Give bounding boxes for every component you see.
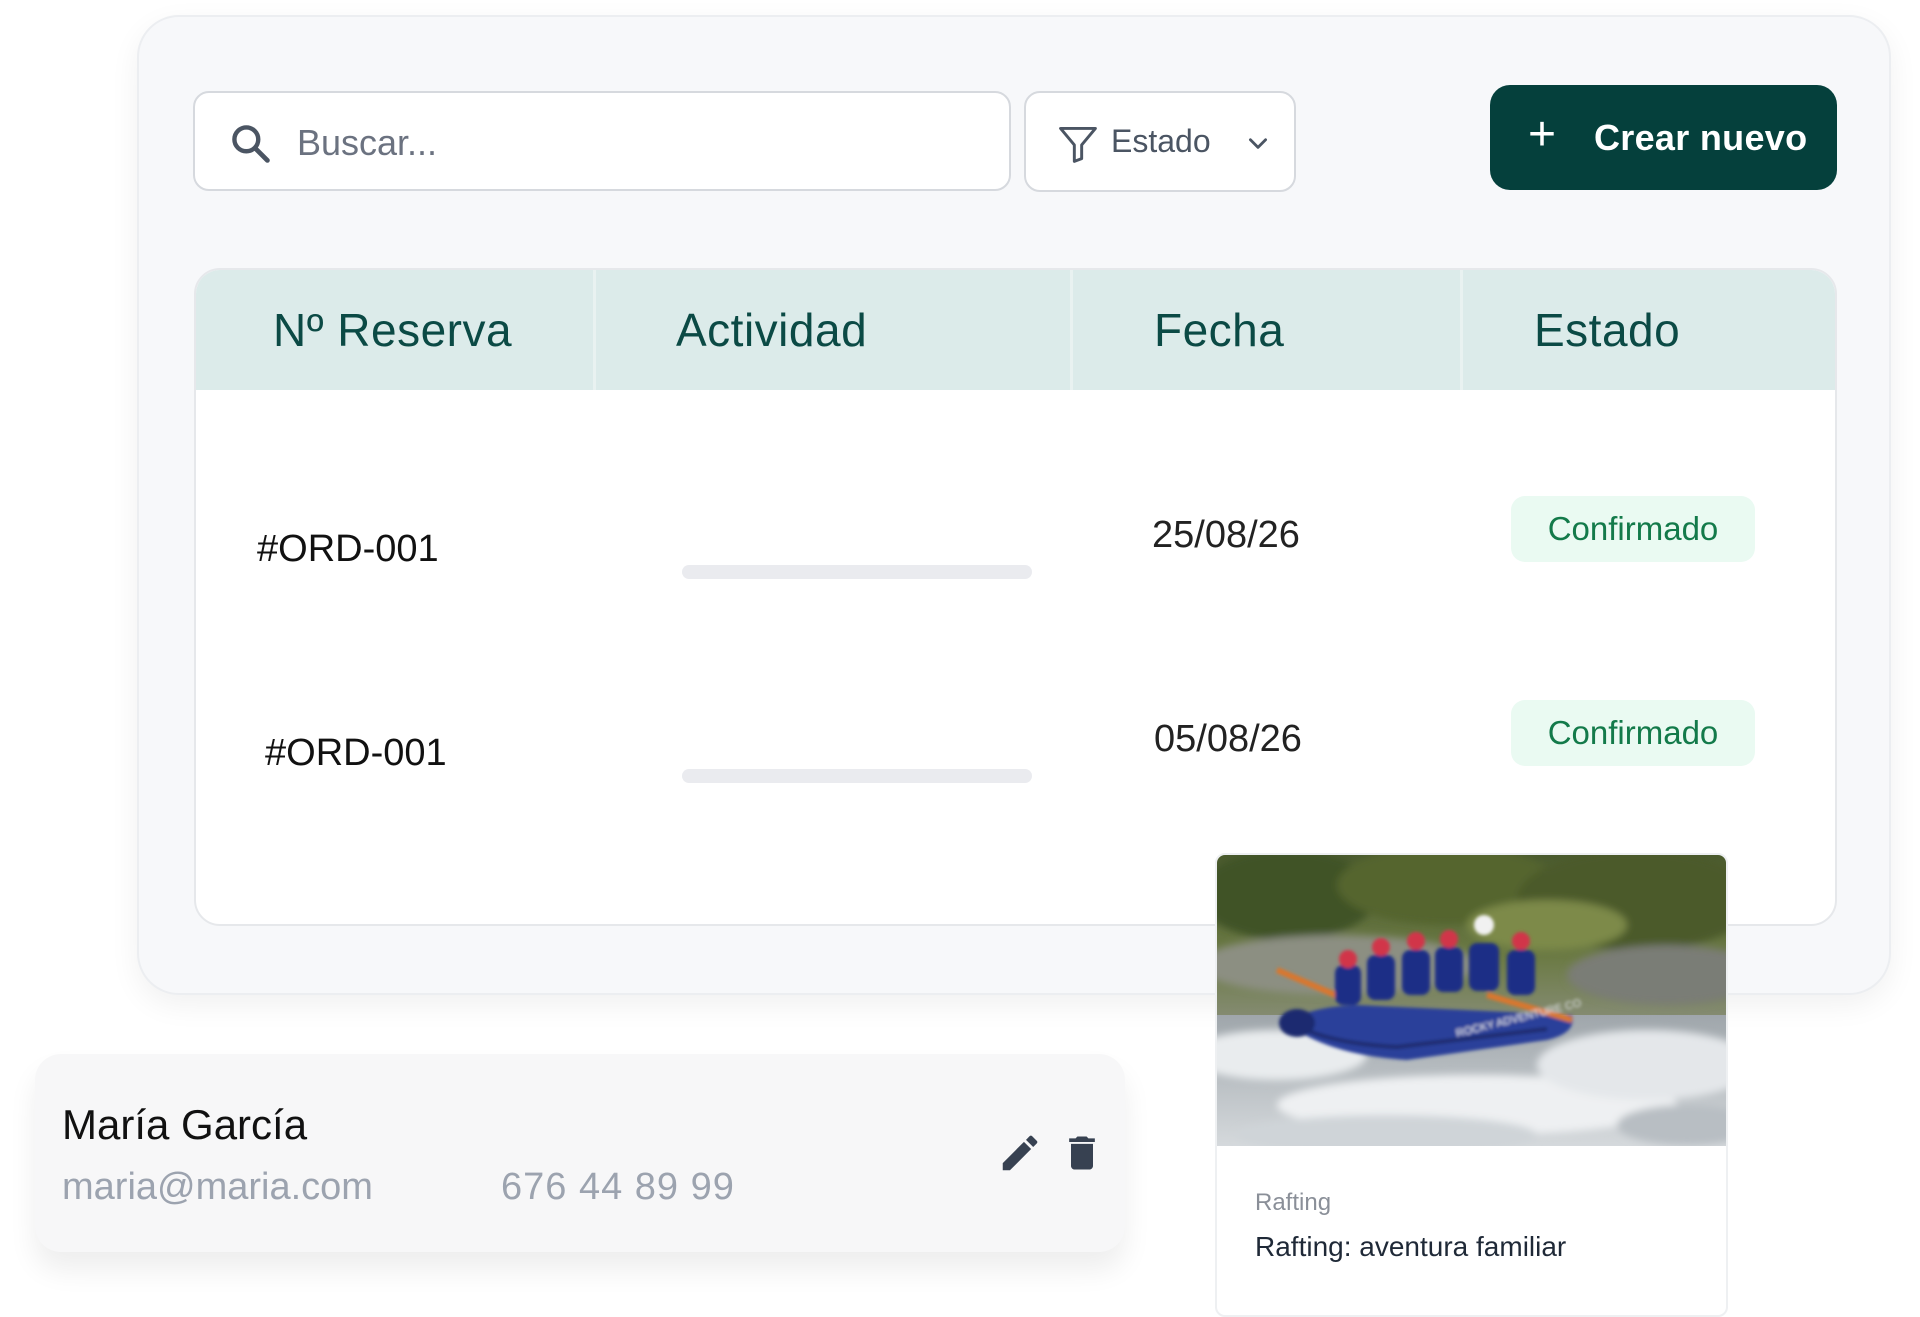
- filter-icon: [1059, 126, 1097, 163]
- search-input[interactable]: [295, 113, 985, 173]
- column-header-label: Actividad: [676, 304, 868, 356]
- contact-card: María García maria@maria.com 676 44 89 9…: [35, 1054, 1125, 1252]
- reservation-date: 25/08/26: [1152, 514, 1300, 556]
- activity-category: Rafting: [1255, 1189, 1332, 1216]
- status-badge: Confirmado: [1511, 700, 1755, 766]
- status-badge: Confirmado: [1511, 496, 1755, 562]
- status-filter-dropdown[interactable]: Estado: [1024, 91, 1296, 192]
- create-new-button[interactable]: + Crear nuevo: [1490, 85, 1837, 190]
- column-header-date[interactable]: Fecha: [1073, 270, 1463, 390]
- plus-icon: +: [1528, 108, 1557, 161]
- reservations-table: Nº Reserva Actividad Fecha Estado #ORD-0…: [194, 268, 1837, 926]
- table-header: Nº Reserva Actividad Fecha Estado: [196, 270, 1835, 390]
- column-header-label: Estado: [1534, 304, 1681, 356]
- delete-icon[interactable]: [1060, 1128, 1104, 1178]
- reservation-id: #ORD-001: [257, 528, 439, 570]
- column-header-label: Nº Reserva: [273, 304, 513, 356]
- contact-name: María García: [62, 1101, 308, 1148]
- column-header-activity[interactable]: Actividad: [596, 270, 1073, 390]
- contact-phone: 676 44 89 99: [501, 1166, 735, 1208]
- reservation-date: 05/08/26: [1154, 718, 1302, 760]
- column-header-label: Fecha: [1154, 304, 1285, 356]
- chevron-down-icon: [1249, 138, 1267, 149]
- column-header-reservation[interactable]: Nº Reserva: [196, 270, 596, 390]
- search-icon: [232, 125, 270, 163]
- reservation-id: #ORD-001: [265, 732, 447, 774]
- activity-card[interactable]: ROCKY ADVENTURE CO Rafting Rafting: aven…: [1215, 853, 1728, 1317]
- filter-label: Estado: [1111, 123, 1211, 159]
- rafting-photo: ROCKY ADVENTURE CO: [1217, 855, 1726, 1146]
- activity-placeholder: [682, 769, 1032, 783]
- edit-icon[interactable]: [997, 1130, 1043, 1176]
- table-row[interactable]: #ORD-001 25/08/26 Confirmado: [196, 450, 1835, 600]
- column-header-status[interactable]: Estado: [1463, 270, 1835, 390]
- create-new-label: Crear nuevo: [1594, 117, 1808, 158]
- search-field[interactable]: [193, 91, 1011, 191]
- activity-placeholder: [682, 565, 1032, 579]
- contact-email: maria@maria.com: [62, 1166, 373, 1208]
- table-row[interactable]: #ORD-001 05/08/26 Confirmado: [196, 654, 1835, 804]
- activity-title: Rafting: aventura familiar: [1255, 1231, 1567, 1262]
